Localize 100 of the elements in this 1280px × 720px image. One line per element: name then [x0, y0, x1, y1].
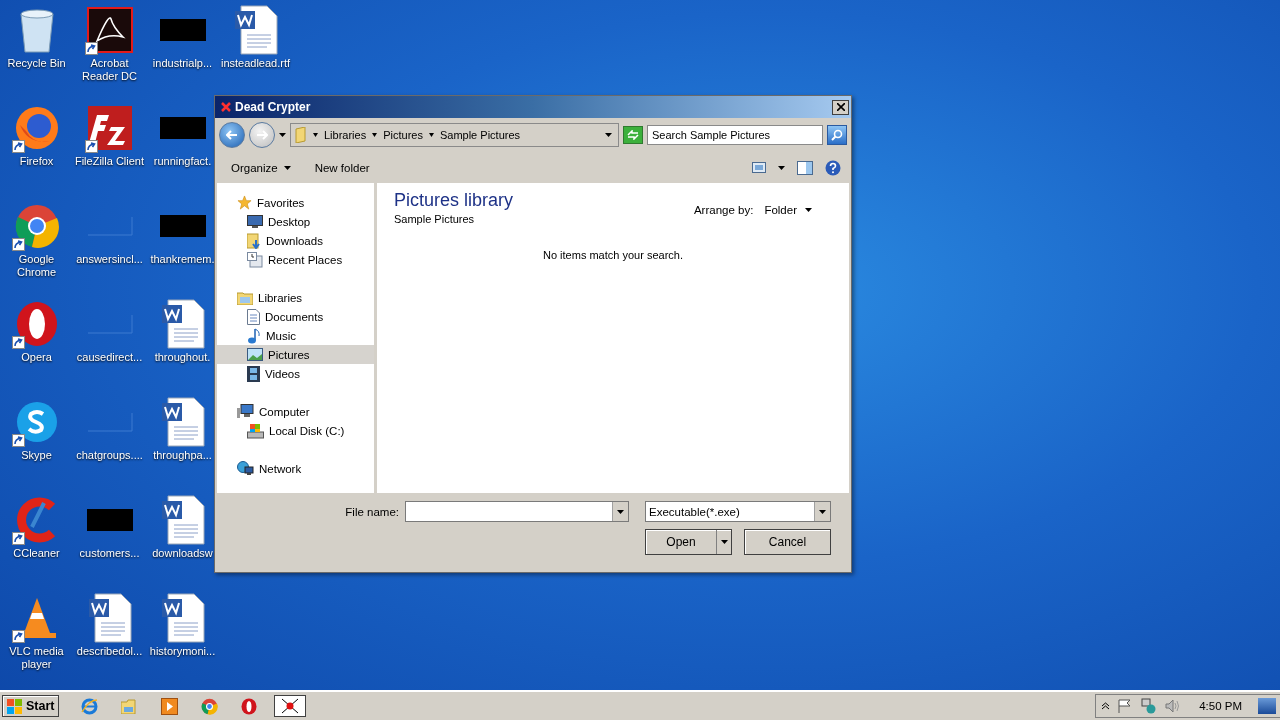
navigation-item[interactable]: Videos [217, 364, 374, 383]
cancel-button[interactable]: Cancel [744, 529, 831, 555]
start-button[interactable]: Start [2, 695, 60, 717]
navigation-item[interactable]: Desktop [217, 212, 374, 231]
desktop-icon-label[interactable]: CCleaner [13, 547, 60, 560]
forward-button[interactable] [249, 122, 275, 148]
media-player-icon [161, 697, 179, 715]
window-title: Dead Crypter [235, 100, 312, 114]
back-button[interactable] [219, 122, 245, 148]
navigation-item[interactable]: Music [217, 326, 374, 345]
refresh-button[interactable] [623, 126, 643, 144]
view-icon [752, 162, 766, 173]
desktop-icon-label[interactable]: FileZilla Client [74, 155, 145, 168]
desktop-icon-label[interactable]: Acrobat Reader DC [73, 57, 146, 83]
show-hidden-icons-button[interactable] [1102, 702, 1110, 710]
music-note-icon [247, 327, 261, 344]
caret-icon [819, 509, 826, 514]
help-icon [825, 159, 841, 176]
document-icon [247, 308, 260, 325]
desktop-icon-label[interactable]: Opera [21, 351, 52, 364]
hard-disk-icon [247, 422, 264, 439]
breadcrumb-item[interactable]: Sample Pictures [439, 129, 521, 141]
file-name-field[interactable] [405, 501, 629, 522]
library-subtitle: Sample Pictures [394, 213, 476, 225]
network-icon [1141, 698, 1158, 714]
refresh-arrows-icon [627, 130, 639, 140]
navigation-item[interactable]: Favorites [217, 193, 374, 212]
caret-icon [279, 133, 286, 137]
film-strip-icon [247, 365, 260, 382]
desktop-icon-label[interactable]: runningfact. [153, 155, 212, 168]
desktop-icon-label[interactable]: historymoni... [149, 645, 216, 658]
desktop-icon-label[interactable]: throughout. [154, 351, 211, 364]
navigation-item[interactable]: Network [217, 459, 374, 478]
caret-icon [805, 208, 812, 212]
open-button[interactable]: Open [645, 529, 732, 555]
caret-icon [283, 165, 291, 170]
blank-file-icon [86, 412, 133, 432]
document-icon [86, 593, 133, 643]
navigation-item[interactable]: Local Disk (C:) [217, 421, 374, 440]
desktop-icon-label[interactable]: thankremem. [150, 253, 215, 266]
star-icon [237, 195, 252, 210]
empty-message: No items match your search. [543, 249, 683, 261]
opera-icon [241, 697, 258, 715]
navigation-item[interactable]: Recent Places [217, 250, 374, 269]
desktop-icon-label[interactable]: describedol... [76, 645, 143, 658]
arrange-by-dropdown[interactable]: Folder [764, 204, 812, 216]
navigation-item[interactable]: Pictures [217, 345, 374, 364]
chevron-icon [428, 132, 434, 138]
desktop-icon-label[interactable]: downloadsw [152, 547, 213, 560]
close-icon [836, 103, 845, 111]
preview-pane-button[interactable] [797, 160, 813, 175]
desktop-icon-label[interactable]: causedirect... [76, 351, 143, 364]
chevron-icon [313, 132, 318, 138]
forward-arrow-icon [256, 130, 268, 140]
breadcrumb-item[interactable]: Libraries [324, 129, 367, 141]
redacted-icon [159, 215, 206, 237]
desktop-icon-label[interactable]: Google Chrome [0, 253, 73, 279]
desktop-icon-label[interactable]: customers... [79, 547, 140, 560]
desktop-icon-label[interactable]: industrialp... [152, 57, 213, 70]
breadcrumb-item[interactable]: Pictures [383, 129, 423, 141]
address-bar[interactable]: Libraries Pictures Sample Pictures [290, 123, 619, 147]
preview-pane-icon [797, 160, 813, 175]
show-desktop-button[interactable] [1258, 698, 1276, 714]
view-button[interactable] [752, 162, 766, 173]
redacted-icon [159, 117, 206, 139]
history-dropdown[interactable] [279, 133, 286, 137]
folder-icon [295, 127, 307, 143]
clock[interactable]: 4:50 PM [1199, 700, 1242, 712]
search-button[interactable] [827, 125, 847, 145]
document-icon [159, 593, 206, 643]
taskbar-app-button[interactable] [274, 695, 307, 717]
search-icon [831, 129, 843, 141]
caret-icon [720, 540, 728, 544]
desktop-icon-label[interactable]: Recycle Bin [7, 57, 66, 70]
desktop-icon-label[interactable]: throughpa... [153, 449, 212, 462]
desktop-icon-label[interactable]: chatgroups.... [76, 449, 143, 462]
help-button[interactable] [825, 159, 841, 176]
navigation-item[interactable]: Libraries [217, 288, 374, 307]
download-folder-icon [247, 232, 261, 249]
library-title: Pictures library [394, 190, 515, 211]
navigation-item[interactable]: Downloads [217, 231, 374, 250]
desktop-icon-label[interactable]: VLC media player [0, 645, 73, 671]
close-button[interactable] [832, 99, 849, 115]
new-folder-button[interactable]: New folder [312, 159, 372, 176]
caret-icon [778, 165, 785, 170]
chrome-icon [13, 203, 60, 249]
desktop-icon-label[interactable]: Firefox [19, 155, 54, 168]
search-field[interactable]: Search Sample Pictures [647, 125, 823, 145]
view-dropdown[interactable] [778, 165, 785, 170]
desktop-icon-label[interactable]: insteadlead.rtf [220, 57, 291, 70]
file-type-dropdown[interactable]: Executable(*.exe) [645, 501, 831, 522]
recent-places-icon [247, 251, 263, 268]
chevron-icon [372, 132, 378, 138]
organize-menu[interactable]: Organize [229, 159, 293, 176]
desktop-icon-label[interactable]: Skype [21, 449, 52, 462]
file-name-label: File name: [345, 505, 399, 518]
navigation-item[interactable]: Computer [217, 402, 374, 421]
desktop-icon-label[interactable]: answersincl... [76, 253, 143, 266]
navigation-item[interactable]: Documents [217, 307, 374, 326]
document-icon [159, 397, 206, 447]
